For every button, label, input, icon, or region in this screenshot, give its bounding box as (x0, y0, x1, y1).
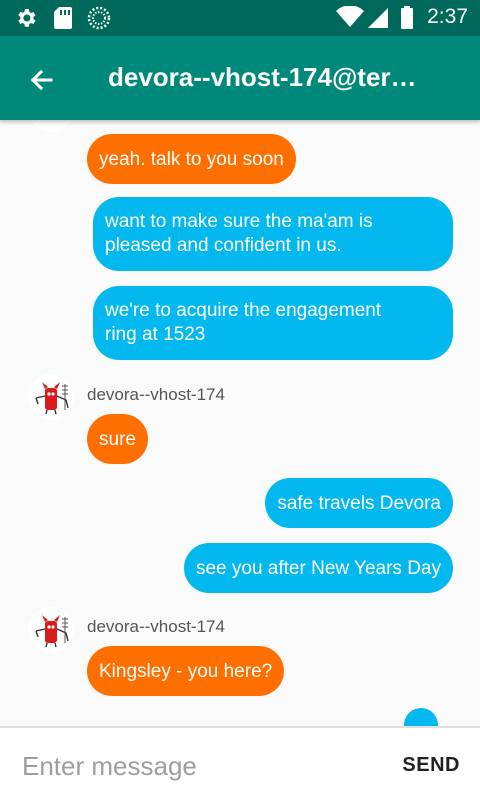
cell-signal-icon (368, 8, 388, 28)
avatar (28, 120, 74, 132)
message-bubble-outgoing[interactable] (404, 708, 438, 726)
battery-icon (401, 6, 413, 29)
message-bubble-outgoing[interactable]: want to make sure the ma'am is pleased a… (93, 197, 453, 271)
message-bubble-incoming[interactable]: Kingsley - you here? (87, 646, 285, 696)
message-text: safe travels Devora (277, 493, 441, 514)
sd-card-icon (54, 7, 72, 29)
message-text: sure (99, 429, 136, 450)
message-text-line: ring at 1523 (105, 324, 206, 345)
sender-name: devora--vhost-174 (87, 385, 225, 404)
arrow-back-icon (30, 69, 53, 91)
gear-icon (18, 9, 36, 27)
app-bar: devora--vhost-174@ter… (0, 36, 480, 120)
message-text-line: pleased and confident in us. (105, 235, 342, 256)
message-text: Kingsley - you here? (99, 661, 273, 682)
message-bubble-outgoing[interactable]: see you after New Years Day (183, 543, 453, 593)
avatar[interactable] (28, 374, 74, 420)
back-button[interactable] (22, 60, 62, 100)
sync-icon (87, 6, 111, 30)
message-text: yeah. talk to you soon (99, 149, 284, 170)
send-button[interactable]: SEND (402, 754, 460, 777)
status-bar: 2:37 (0, 0, 480, 36)
message-composer: SEND (0, 726, 480, 800)
message-bubble-outgoing[interactable]: safe travels Devora (265, 478, 453, 528)
message-list[interactable]: yeah. talk to you soon want to make sure… (0, 120, 480, 726)
devil-avatar-icon (35, 382, 69, 415)
message-bubble-outgoing[interactable]: we're to acquire the engagement ring at … (93, 286, 453, 360)
message-text-line: we're to acquire the engagement (105, 300, 382, 321)
message-text-line: want to make sure the ma'am is (105, 211, 373, 232)
status-time: 2:37 (427, 5, 468, 28)
message-bubble-incoming[interactable]: sure (87, 414, 148, 464)
chat-title: devora--vhost-174@ter… (108, 62, 417, 92)
message-bubble-incoming[interactable]: yeah. talk to you soon (87, 134, 296, 184)
wifi-icon (336, 6, 364, 27)
message-text: see you after New Years Day (195, 558, 441, 579)
sender-name: devora--vhost-174 (87, 617, 225, 636)
message-input[interactable] (22, 746, 362, 786)
avatar[interactable] (28, 607, 74, 653)
devil-avatar-icon (35, 615, 69, 648)
